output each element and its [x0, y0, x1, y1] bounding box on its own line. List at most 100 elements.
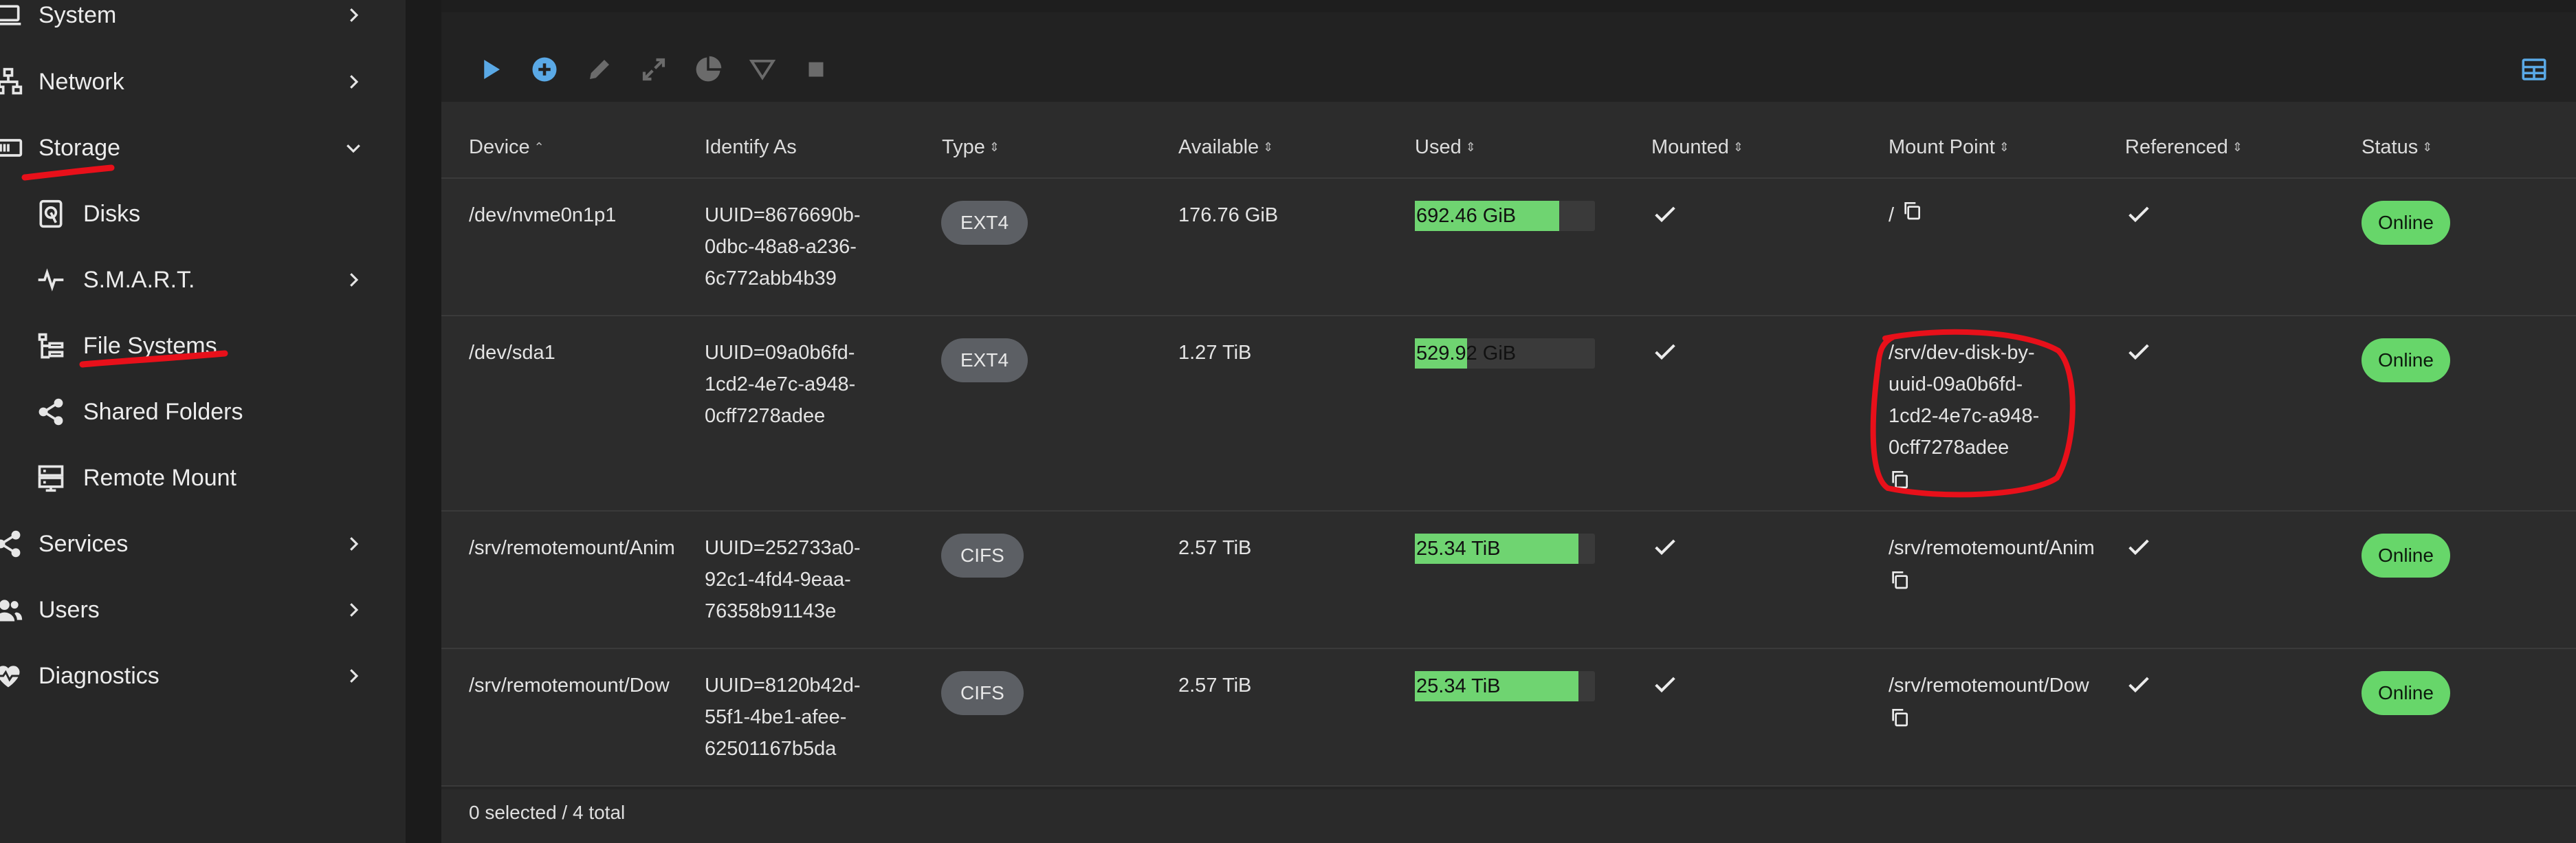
- table-row[interactable]: /dev/nvme0n1p1 UUID=8676690b- 0dbc-48a8-a…: [441, 179, 2576, 316]
- chevron-right-icon: [341, 532, 366, 556]
- sidebar: System Network Storage Disks S.M.A.R.T.: [0, 0, 406, 843]
- copy-icon[interactable]: [1901, 199, 1923, 231]
- sidebar-item-label: Shared Folders: [83, 398, 243, 425]
- table-icon[interactable]: [2518, 54, 2550, 85]
- used-bar: 25.34 TiB: [1415, 671, 1595, 701]
- sidebar-item-diagnostics[interactable]: Diagnostics: [0, 643, 406, 709]
- sort-icon: ⇕: [2232, 140, 2243, 154]
- used-value: 529.92 GiB: [1416, 342, 1517, 364]
- sort-icon: ⇕: [1999, 140, 2010, 154]
- copy-icon[interactable]: [1889, 701, 2098, 733]
- chevron-right-icon: [341, 598, 366, 622]
- column-header-mounted[interactable]: Mounted ⇕: [1651, 136, 1743, 159]
- device-cell: /dev/nvme0n1p1: [469, 204, 617, 226]
- file-systems-panel: Device ⌃ Identify As Type ⇕ Available ⇕ Use…: [441, 12, 2576, 843]
- mount-point-cell: /srv/remotemount/Dow: [1889, 670, 2098, 733]
- gutter: [406, 0, 441, 843]
- column-header-identify-as[interactable]: Identify As: [705, 136, 797, 159]
- table-row[interactable]: /dev/sda1 UUID=09a0b6fd- 1cd2-4e7c-a948- 0…: [441, 316, 2576, 512]
- network-icon: [0, 67, 23, 97]
- device-cell: /srv/remotemount/Dow: [469, 675, 670, 697]
- status-badge: Online: [2362, 201, 2450, 245]
- type-chip: CIFS: [941, 671, 1024, 715]
- sidebar-item-label: Disks: [83, 200, 141, 227]
- check-icon: [2125, 201, 2153, 238]
- sidebar-item-label: Remote Mount: [83, 464, 236, 491]
- table-footer: 0 selected / 4 total: [441, 789, 2576, 843]
- column-header-used[interactable]: Used ⇕: [1415, 136, 1476, 159]
- type-chip: CIFS: [941, 534, 1024, 578]
- sidebar-item-label: Storage: [38, 134, 121, 161]
- chevron-right-icon: [341, 664, 366, 688]
- type-chip: EXT4: [941, 201, 1028, 245]
- identify-as-cell: UUID=252733a0- 92c1-4fd4-9eaa- 76358b91143…: [705, 537, 861, 622]
- filter-icon[interactable]: [747, 54, 778, 85]
- chevron-down-icon: [341, 135, 366, 160]
- file-tree-icon: [36, 331, 66, 361]
- sidebar-item-shared-folders[interactable]: Shared Folders: [0, 379, 406, 445]
- sidebar-item-storage[interactable]: Storage: [0, 115, 406, 181]
- sidebar-item-label: Network: [38, 68, 124, 95]
- heart-pulse-icon: [0, 661, 23, 691]
- column-header-referenced[interactable]: Referenced ⇕: [2125, 136, 2243, 159]
- sidebar-item-services[interactable]: Services: [0, 511, 406, 577]
- add-circle-icon[interactable]: [529, 54, 560, 85]
- available-cell: 2.57 TiB: [1178, 537, 1252, 559]
- used-value: 25.34 TiB: [1416, 538, 1501, 560]
- server-icon: [36, 463, 66, 493]
- sidebar-item-label: Users: [38, 596, 100, 623]
- used-bar: 529.92 GiB: [1415, 338, 1595, 369]
- toolbar: [441, 12, 2576, 102]
- identify-as-cell: UUID=09a0b6fd- 1cd2-4e7c-a948- 0cff7278ade…: [705, 342, 856, 427]
- expand-icon[interactable]: [638, 54, 670, 85]
- sidebar-item-system[interactable]: System: [0, 0, 406, 48]
- sort-icon: ⇕: [989, 140, 1000, 154]
- sidebar-item-label: File Systems: [83, 332, 217, 359]
- sidebar-item-label: Diagnostics: [38, 662, 159, 689]
- pie-chart-icon[interactable]: [692, 54, 724, 85]
- sidebar-item-disks[interactable]: Disks: [0, 181, 406, 247]
- status-badge: Online: [2362, 534, 2450, 578]
- chevron-right-icon: [341, 69, 366, 94]
- type-chip: EXT4: [941, 338, 1028, 382]
- mount-point-cell: /: [1889, 199, 1923, 231]
- storage-icon: [0, 133, 23, 163]
- device-cell: /srv/remotemount/Anim: [469, 537, 675, 559]
- table-row[interactable]: /srv/remotemount/Dow UUID=8120b42d- 55f1-…: [441, 649, 2576, 787]
- sidebar-item-network[interactable]: Network: [0, 49, 406, 115]
- table-row[interactable]: /srv/remotemount/Anim UUID=252733a0- 92c1…: [441, 512, 2576, 649]
- check-icon: [2125, 671, 2153, 708]
- column-header-status[interactable]: Status ⇕: [2362, 136, 2432, 159]
- copy-icon[interactable]: [1889, 463, 2109, 495]
- chevron-right-icon: [341, 3, 366, 28]
- identify-as-cell: UUID=8676690b- 0dbc-48a8-a236- 6c772abb4b3…: [705, 204, 861, 289]
- check-icon: [1651, 338, 1679, 375]
- sidebar-item-remote-mount[interactable]: Remote Mount: [0, 445, 406, 511]
- mount-point-cell: /srv/remotemount/Anim: [1889, 532, 2098, 595]
- used-bar: 692.46 GiB: [1415, 201, 1595, 231]
- sort-icon: ⇕: [1465, 140, 1476, 154]
- column-header-available[interactable]: Available ⇕: [1178, 136, 1273, 159]
- sidebar-item-file-systems[interactable]: File Systems: [0, 313, 406, 379]
- share-icon: [36, 397, 66, 427]
- pencil-icon[interactable]: [584, 54, 615, 85]
- used-value: 692.46 GiB: [1416, 205, 1517, 227]
- table-header: Device ⌃ Identify As Type ⇕ Available ⇕ Use…: [441, 102, 2576, 179]
- column-header-mount-point[interactable]: Mount Point ⇕: [1889, 136, 2010, 159]
- column-header-type[interactable]: Type ⇕: [942, 136, 1000, 159]
- device-cell: /dev/sda1: [469, 342, 555, 364]
- sidebar-item-smart[interactable]: S.M.A.R.T.: [0, 247, 406, 313]
- used-value: 25.34 TiB: [1416, 675, 1501, 697]
- share-icon: [0, 529, 23, 559]
- column-header-device[interactable]: Device ⌃: [469, 136, 544, 159]
- check-icon: [2125, 534, 2153, 571]
- play-icon[interactable]: [474, 54, 506, 85]
- sort-icon: ⇕: [1263, 140, 1274, 154]
- copy-icon[interactable]: [1889, 564, 2098, 595]
- available-cell: 1.27 TiB: [1178, 342, 1252, 364]
- sidebar-item-users[interactable]: Users: [0, 577, 406, 643]
- sidebar-item-label: S.M.A.R.T.: [83, 266, 195, 293]
- chevron-right-icon: [341, 267, 366, 292]
- stop-icon[interactable]: [800, 54, 832, 85]
- pulse-icon: [36, 265, 66, 295]
